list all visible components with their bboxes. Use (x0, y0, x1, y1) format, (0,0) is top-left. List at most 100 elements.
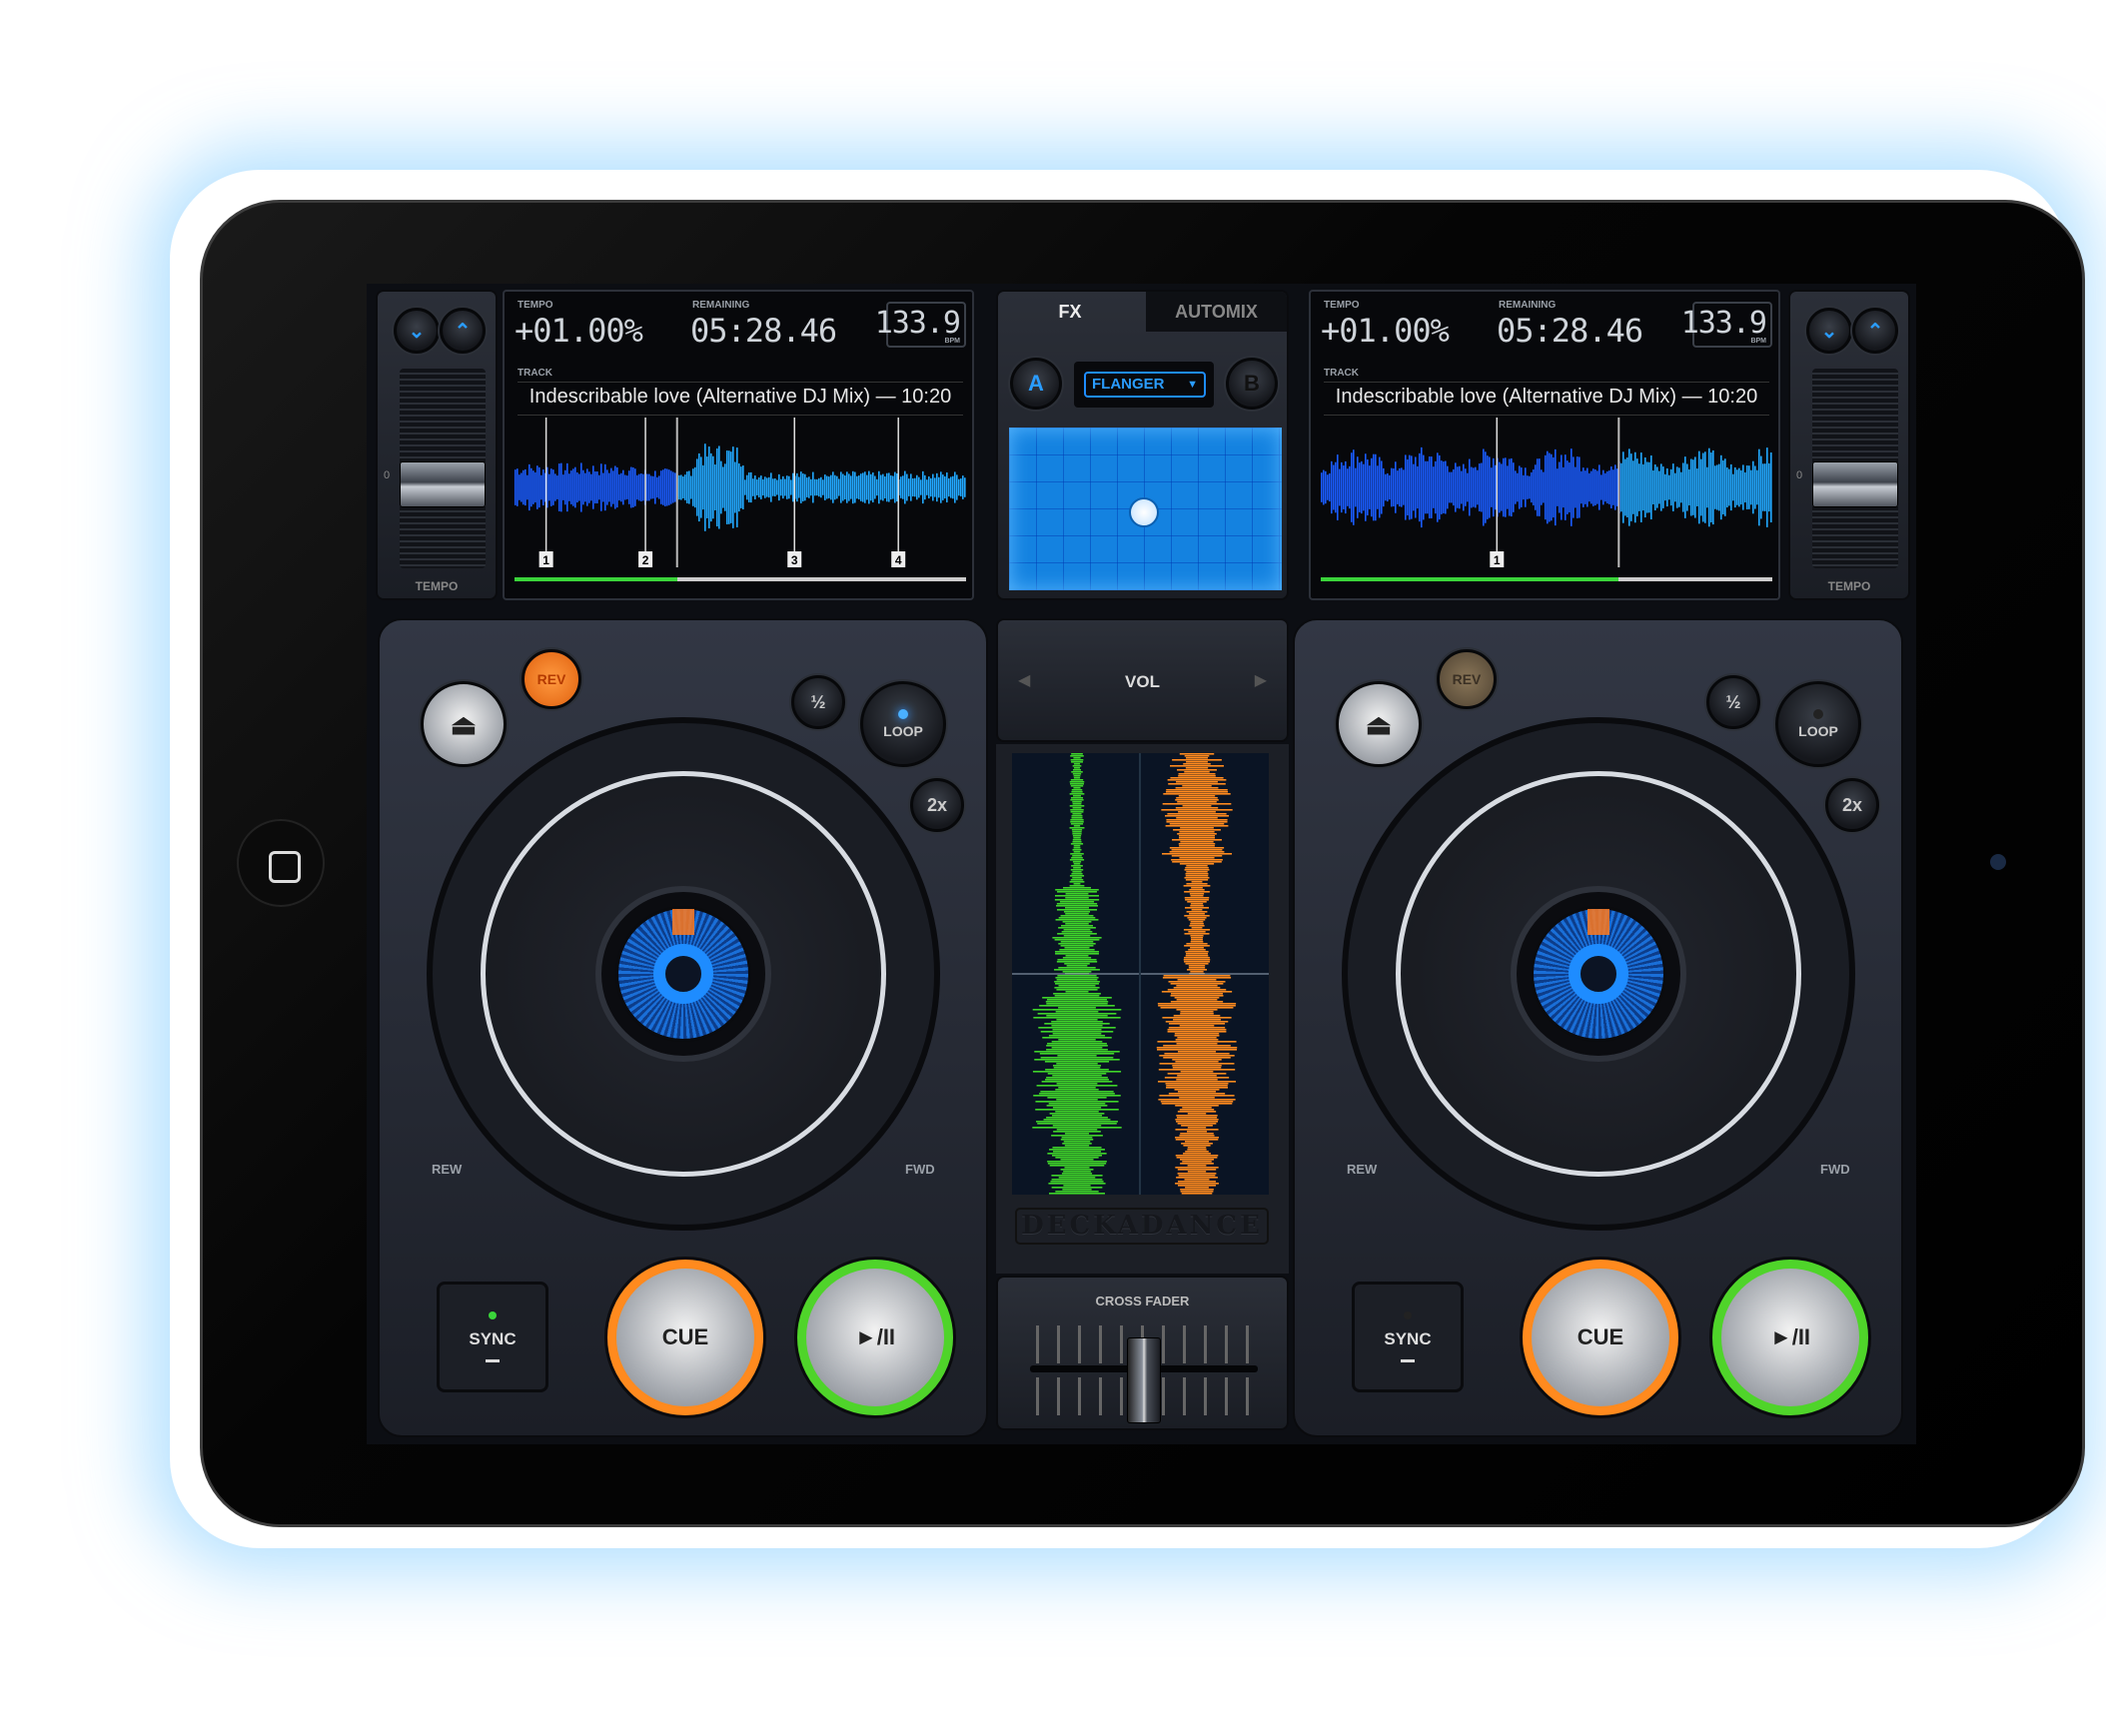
effect-dropdown[interactable]: FLANGER ▼ (1084, 372, 1206, 398)
waveform-bar (1425, 460, 1427, 514)
fx-deck-b-button[interactable]: B (1226, 358, 1278, 410)
meter-bar-green (1073, 845, 1081, 847)
tempo-column-1: ⌄ ⌃ 0 TEMPO (1788, 290, 1910, 600)
loop-double-button[interactable]: 2x (1825, 778, 1879, 832)
waveform-bar (1531, 471, 1533, 503)
jog-wheel[interactable] (1342, 717, 1855, 1231)
waveform-bar (692, 468, 694, 506)
meter-bar-orange (1167, 989, 1227, 991)
waveform-bar (914, 477, 916, 497)
waveform-bar (912, 477, 914, 497)
waveform-bar (758, 476, 760, 498)
meter-bar-orange (1191, 927, 1203, 929)
meter-bar-orange (1175, 1167, 1219, 1169)
meter-bar-orange (1176, 1115, 1218, 1117)
waveform-bar (1724, 458, 1726, 516)
play-pause-button[interactable]: ►/II (797, 1260, 953, 1415)
meter-bar-green (1052, 1151, 1102, 1153)
cue-button[interactable]: CUE (1523, 1260, 1678, 1415)
fx-deck-a-button[interactable]: A (1010, 358, 1062, 410)
pitch-up-button[interactable]: ⌃ (1852, 308, 1898, 354)
waveform-bar (922, 470, 924, 504)
play-pause-button[interactable]: ►/II (1712, 1260, 1868, 1415)
reverse-button[interactable]: REV (1437, 649, 1497, 709)
waveform-bar (1640, 452, 1642, 522)
meter-bar-green (1064, 1133, 1090, 1135)
tempo-fader-handle[interactable] (1812, 461, 1898, 507)
meter-bar-green (1058, 985, 1096, 987)
meter-bar-orange (1169, 823, 1225, 825)
meter-bar-orange (1188, 967, 1206, 969)
waveform-bar (1710, 451, 1712, 523)
waveform-bar (1557, 468, 1559, 506)
cue-button[interactable]: CUE (607, 1260, 763, 1415)
meter-bar-green (1071, 865, 1083, 867)
home-button[interactable] (237, 819, 325, 907)
waveform-bar (568, 473, 570, 501)
meter-bar-orange (1164, 815, 1230, 817)
xy-pad-handle[interactable] (1129, 497, 1159, 527)
loop-button[interactable]: LOOP (860, 681, 946, 767)
tab-automix[interactable]: AUTOMIX (1146, 292, 1287, 332)
waveform-bar (918, 476, 920, 498)
fx-xy-pad[interactable] (1009, 428, 1282, 590)
crossfader-handle[interactable] (1127, 1337, 1161, 1423)
meter-bar-orange (1178, 811, 1216, 813)
fwd-label: FWD (1820, 1162, 1850, 1177)
loop-button[interactable]: LOOP (1775, 681, 1861, 767)
meter-bar-orange (1161, 809, 1233, 811)
meter-bar-green (1056, 979, 1098, 981)
waveform-bar (542, 469, 544, 505)
track-waveform[interactable]: 1 (1321, 418, 1772, 567)
waveform-bar (1688, 468, 1690, 506)
jog-wheel[interactable] (427, 717, 940, 1231)
waveform-bar (626, 475, 628, 499)
waveform-bar (1525, 467, 1527, 507)
sync-button[interactable]: SYNC (1352, 1282, 1464, 1392)
meter-bar-orange (1175, 807, 1219, 809)
meter-bar-orange (1187, 1113, 1207, 1115)
pitch-up-button[interactable]: ⌃ (440, 308, 486, 354)
meter-bar-green (1073, 867, 1081, 869)
meter-bar-orange (1180, 1071, 1214, 1073)
loop-half-button[interactable]: ½ (791, 675, 845, 729)
meter-bar-orange (1173, 829, 1221, 831)
track-waveform[interactable]: 1 2 3 4 (515, 418, 966, 567)
meter-bar-orange (1184, 1179, 1210, 1181)
meter-bar-green (1037, 1013, 1117, 1015)
meter-bar-green (1052, 1155, 1102, 1157)
waveform-bar (652, 475, 654, 499)
progress-bar[interactable] (515, 577, 966, 581)
eject-button[interactable]: ⏏ (1336, 681, 1422, 767)
meter-bar-orange (1179, 1097, 1215, 1099)
meter-bar-orange (1169, 847, 1225, 849)
meter-bar-green (1072, 795, 1082, 797)
meter-bar-orange (1189, 925, 1205, 927)
meter-bar-orange (1179, 1135, 1215, 1137)
meter-bar-green (1073, 825, 1081, 827)
meter-bar-green (1055, 889, 1099, 891)
eject-button[interactable]: ⏏ (421, 681, 507, 767)
meter-bar-green (1070, 819, 1084, 821)
meter-bar-green (1058, 917, 1096, 919)
waveform-bar (608, 472, 610, 502)
waveform-bar (704, 443, 706, 531)
pitch-down-button[interactable]: ⌄ (394, 308, 440, 354)
tempo-fader-handle[interactable] (400, 461, 486, 507)
waveform-bar (1521, 467, 1523, 507)
loop-double-button[interactable]: 2x (910, 778, 964, 832)
tab-fx[interactable]: FX (998, 292, 1142, 336)
meter-bar-orange (1188, 949, 1206, 951)
meter-bar-green (1059, 901, 1095, 903)
reverse-button[interactable]: REV (522, 649, 581, 709)
meter-bar-orange (1190, 923, 1204, 925)
progress-bar[interactable] (1321, 577, 1772, 581)
tempo-fader-label: TEMPO (415, 579, 459, 593)
pitch-down-button[interactable]: ⌄ (1806, 308, 1852, 354)
waveform-bar (1367, 459, 1369, 515)
waveform-bar (1541, 469, 1543, 505)
loop-half-button[interactable]: ½ (1706, 675, 1760, 729)
meter-bar-orange (1160, 1007, 1234, 1009)
meter-bar-orange (1190, 903, 1204, 905)
sync-button[interactable]: SYNC (437, 1282, 548, 1392)
